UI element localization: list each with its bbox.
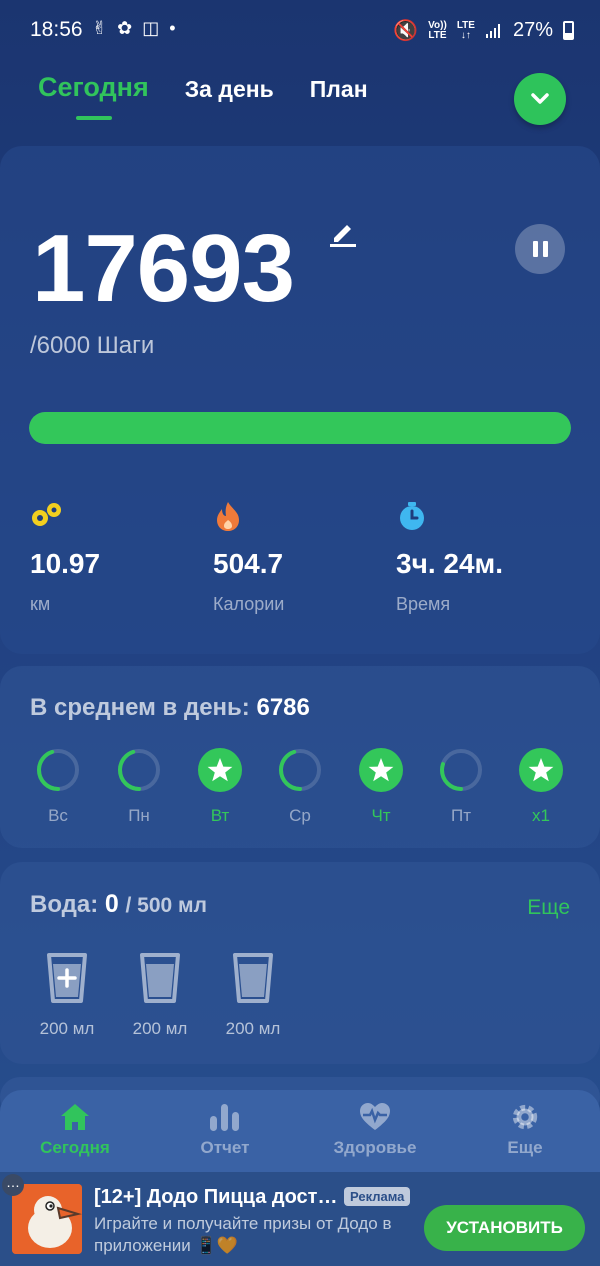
top-tabs: Сегодня За день План (38, 72, 368, 103)
battery-percent: 27% (512, 19, 553, 41)
bottom-navigation: Сегодня Отчет Здоровье Еще (0, 1090, 600, 1172)
water-cup[interactable]: 200 мл (213, 952, 293, 1039)
tab-by-day[interactable]: За день (185, 76, 274, 103)
notification-icon: ✌ (92, 18, 108, 38)
water-value: 0 (104, 890, 119, 918)
steps-progress-bar (29, 412, 571, 444)
cup-add-icon (47, 953, 87, 1003)
status-time: 18:56 (30, 18, 83, 41)
more-notifications-icon: • (169, 18, 176, 38)
progress-ring-icon (440, 749, 482, 791)
water-title: Вода: 0 / 500 мл (30, 890, 207, 918)
signal-icon (485, 23, 500, 38)
status-bar: 18:56 ✌ ✿ ◫ • 🔇 Vo)) LTE LTE ↓↑ 27% (0, 0, 600, 60)
steps-count: 17693 (32, 215, 295, 322)
lte-icon: LTE ↓↑ (456, 19, 475, 41)
water-cup[interactable]: 200 мл (120, 952, 200, 1039)
pause-icon-bar (532, 241, 538, 257)
instagram-icon: ◫ (142, 18, 160, 38)
pencil-icon (330, 225, 356, 247)
ad-text: Играйте и получайте призы от Додо в прил… (94, 1214, 392, 1255)
cup-icon (140, 953, 180, 1003)
nav-health[interactable]: Здоровье (310, 1102, 440, 1158)
average-title: В среднем в день: 6786 (30, 694, 310, 721)
flame-icon (217, 502, 239, 531)
day-progress-1[interactable]: Пн (99, 748, 179, 826)
day-label: Пт (450, 806, 471, 825)
day-label: Ср (289, 806, 311, 825)
home-icon (61, 1104, 89, 1130)
progress-ring-icon (118, 749, 160, 791)
ad-image[interactable] (12, 1184, 82, 1254)
footprints-icon (32, 503, 61, 526)
average-value: 6786 (256, 694, 310, 721)
mute-icon: 🔇 (393, 20, 419, 42)
star-icon (198, 748, 242, 792)
ad-title[interactable]: [12+] Додо Пицца дост… (94, 1186, 337, 1209)
tab-plan[interactable]: План (310, 76, 368, 103)
day-label: Пн (128, 806, 150, 825)
day-progress-2[interactable]: Вт (180, 748, 260, 826)
day-progress-4[interactable]: Чт (341, 748, 421, 826)
cup-volume-label: 200 мл (39, 1019, 95, 1038)
stopwatch-icon (400, 502, 424, 530)
metric-distance: 10.97 км (30, 500, 200, 615)
nav-more[interactable]: Еще (460, 1102, 590, 1158)
day-label: Чт (371, 806, 391, 825)
ad-badge: Реклама (344, 1187, 411, 1206)
progress-ring-icon (37, 749, 79, 791)
ad-install-button[interactable]: УСТАНОВИТЬ (424, 1205, 585, 1251)
chevron-down-icon (531, 93, 549, 104)
battery-icon (563, 21, 574, 40)
add-water-cup[interactable]: 200 мл (27, 952, 107, 1039)
phone-emoji-icon: 📱 (195, 1236, 217, 1255)
bar-chart-icon (210, 1104, 239, 1131)
active-tab-indicator (76, 116, 112, 120)
cup-volume-label: 200 мл (132, 1019, 188, 1038)
day-label: x1 (532, 806, 550, 825)
day-progress-0[interactable]: Вс (18, 748, 98, 826)
star-icon (359, 748, 403, 792)
day-label: Вс (48, 806, 68, 825)
water-goal: / 500 мл (125, 894, 207, 917)
metric-calories: 504.7 Калории (213, 500, 383, 615)
edit-steps-button[interactable] (328, 218, 358, 253)
gear-icon (512, 1104, 538, 1130)
metric-time: 3ч. 24м. Время (396, 500, 566, 615)
cup-volume-label: 200 мл (225, 1019, 281, 1038)
cup-icon (233, 953, 273, 1003)
star-icon (519, 748, 563, 792)
water-more-link[interactable]: Еще (527, 896, 570, 920)
day-progress-6[interactable]: x1 (501, 748, 581, 826)
nav-report[interactable]: Отчет (160, 1102, 290, 1158)
progress-ring-icon (279, 749, 321, 791)
steps-goal: /6000 Шаги (30, 332, 155, 359)
day-progress-3[interactable]: Ср (260, 748, 340, 826)
volte-icon: Vo)) LTE (428, 19, 447, 41)
heart-emoji-icon: 🧡 (216, 1236, 238, 1255)
day-label: Вт (210, 806, 230, 825)
dropdown-button[interactable] (514, 73, 566, 125)
nav-today[interactable]: Сегодня (10, 1102, 140, 1158)
app-notification-icon: ✿ (117, 18, 133, 38)
tab-today[interactable]: Сегодня (38, 72, 149, 103)
day-progress-5[interactable]: Пт (421, 748, 501, 826)
steps-progress-fill (29, 412, 571, 444)
heart-pulse-icon (360, 1103, 390, 1130)
pause-button[interactable] (515, 224, 565, 274)
dodo-bird-image (12, 1184, 82, 1254)
ad-options-icon[interactable]: … (2, 1174, 24, 1196)
